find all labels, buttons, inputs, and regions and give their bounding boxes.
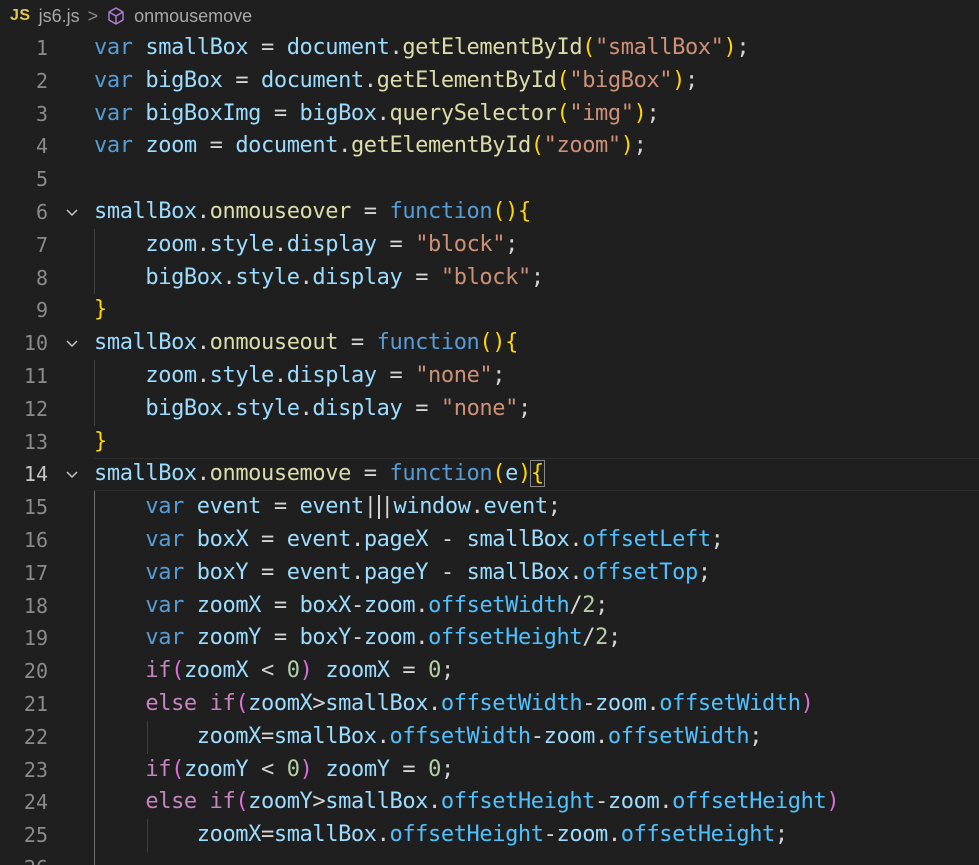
code-line[interactable]: 19 var zoomY = boxY-zoom.offsetHeight/2; (0, 622, 979, 655)
code-line[interactable]: 24 else if(zoomY>smallBox.offsetHeight-z… (0, 786, 979, 819)
code-line[interactable]: 11 zoom.style.display = "none"; (0, 360, 979, 393)
code-line[interactable]: 7 zoom.style.display = "block"; (0, 229, 979, 262)
fold-chevron-down-icon[interactable] (64, 467, 80, 483)
line-number: 21 (23, 692, 48, 716)
code-line[interactable]: 9} (0, 294, 979, 327)
breadcrumb: JS js6.js > onmousemove (0, 0, 979, 32)
code-line[interactable]: 15 var event = event| |window.event; (0, 491, 979, 524)
line-number: 16 (23, 528, 48, 552)
code-line[interactable]: 18 var zoomX = boxX-zoom.offsetWidth/2; (0, 590, 979, 623)
indent-guide (94, 491, 95, 865)
code-text[interactable]: zoom.style.display = "block"; (94, 229, 518, 262)
indent-guide (147, 819, 148, 852)
line-number: 8 (35, 265, 48, 290)
code-line[interactable]: 14 smallBox.onmousemove = function(e){ (0, 458, 979, 492)
code-line[interactable]: 1 var smallBox = document.getElementById(… (0, 32, 979, 65)
code-text[interactable]: var zoomX = boxX-zoom.offsetWidth/2; (94, 590, 608, 623)
code-line[interactable]: 10 smallBox.onmouseout = function(){ (0, 327, 979, 360)
line-number: 5 (35, 167, 48, 192)
code-text[interactable]: } (94, 426, 107, 459)
cube-icon (106, 6, 126, 26)
code-line[interactable]: 20 if(zoomX < 0) zoomX = 0; (0, 655, 979, 688)
line-number: 25 (23, 823, 48, 848)
code-text[interactable]: if(zoomX < 0) zoomX = 0; (94, 655, 454, 688)
code-line[interactable]: 6 smallBox.onmouseover = function(){ (0, 196, 979, 229)
code-text[interactable]: if(zoomY < 0) zoomY = 0; (94, 754, 454, 787)
line-number: 3 (35, 101, 48, 126)
code-line[interactable]: 3 var bigBoxImg = bigBox.querySelector("i… (0, 98, 979, 131)
breadcrumb-symbol[interactable]: onmousemove (134, 6, 252, 27)
code-text[interactable]: else if(zoomX>smallBox.offsetWidth-zoom.… (94, 688, 813, 721)
line-number: 1 (35, 36, 48, 60)
breadcrumb-file[interactable]: js6.js (39, 6, 80, 27)
code-text[interactable]: var boxY = event.pageY - smallBox.offset… (94, 557, 711, 590)
code-line[interactable]: 16 var boxX = event.pageX - smallBox.off… (0, 524, 979, 557)
code-text[interactable]: bigBox.style.display = "block"; (94, 262, 544, 295)
indent-guide (94, 228, 95, 295)
code-text[interactable]: var bigBoxImg = bigBox.querySelector("im… (94, 98, 660, 131)
line-number: 13 (23, 429, 48, 454)
code-text[interactable]: var smallBox = document.getElementById("… (94, 32, 750, 65)
line-number: 7 (35, 232, 48, 257)
line-number: 20 (23, 659, 48, 684)
breadcrumb-separator: > (87, 5, 99, 26)
code-line[interactable]: 23 if(zoomY < 0) zoomY = 0; (0, 754, 979, 787)
line-number: 14 (23, 462, 48, 487)
code-line[interactable]: 4 var zoom = document.getElementById("zoo… (0, 130, 979, 163)
code-line[interactable]: 17 var boxY = event.pageY - smallBox.off… (0, 557, 979, 590)
code-text[interactable]: var boxX = event.pageX - smallBox.offset… (94, 524, 724, 557)
line-number: 17 (23, 560, 48, 585)
code-text[interactable]: smallBox.onmousemove = function(e){ (94, 458, 545, 491)
code-text[interactable]: smallBox.onmouseover = function(){ (94, 196, 531, 229)
javascript-file-icon: JS (10, 7, 31, 24)
code-line[interactable]: 12 bigBox.style.display = "none"; (0, 393, 979, 426)
code-line[interactable]: 5 (0, 163, 979, 196)
code-text[interactable]: var zoom = document.getElementById("zoom… (94, 130, 647, 163)
line-number: 23 (23, 757, 48, 782)
code-text[interactable]: bigBox.style.display = "none"; (94, 393, 531, 426)
line-number: 10 (23, 331, 48, 356)
line-number: 9 (35, 298, 48, 323)
line-number: 19 (23, 626, 48, 651)
line-number: 2 (35, 68, 48, 93)
line-number: 4 (35, 134, 48, 159)
line-number: 26 (0, 852, 48, 865)
fold-chevron-down-icon[interactable] (64, 205, 80, 221)
code-line[interactable]: 26 (0, 852, 979, 865)
indent-guide (147, 720, 148, 754)
line-number: 22 (23, 724, 48, 749)
line-number: 12 (23, 396, 48, 421)
line-number: 6 (35, 200, 48, 224)
code-line[interactable]: 2 var bigBox = document.getElementById("b… (0, 65, 979, 98)
code-text[interactable]: smallBox.onmouseout = function(){ (94, 327, 518, 360)
line-number: 11 (23, 364, 48, 388)
code-line[interactable]: 21 else if(zoomX>smallBox.offsetWidth-zo… (0, 688, 979, 721)
line-number: 24 (23, 790, 48, 815)
line-number: 18 (23, 593, 48, 618)
code-line[interactable]: 13} (0, 426, 979, 459)
code-text[interactable]: var bigBox = document.getElementById("bi… (94, 65, 698, 98)
indent-guide (94, 360, 95, 426)
code-text[interactable]: var zoomY = boxY-zoom.offsetHeight/2; (94, 622, 621, 655)
line-number: 15 (23, 495, 48, 520)
code-text[interactable]: zoomX=smallBox.offsetHeight-zoom.offsetH… (94, 819, 788, 852)
code-text[interactable]: } (94, 294, 107, 327)
code-editor[interactable]: JS js6.js > onmousemove 1 var smallBox = … (0, 0, 979, 865)
text-cursor (377, 495, 380, 520)
code-text[interactable]: else if(zoomY>smallBox.offsetHeight-zoom… (94, 786, 839, 819)
code-text[interactable]: var event = event| |window.event; (94, 491, 561, 524)
code-text[interactable]: zoomX=smallBox.offsetWidth-zoom.offsetWi… (94, 721, 763, 754)
fold-chevron-down-icon[interactable] (64, 336, 80, 352)
code-line[interactable]: 8 bigBox.style.display = "block"; (0, 262, 979, 295)
code-text[interactable]: zoom.style.display = "none"; (94, 360, 505, 393)
